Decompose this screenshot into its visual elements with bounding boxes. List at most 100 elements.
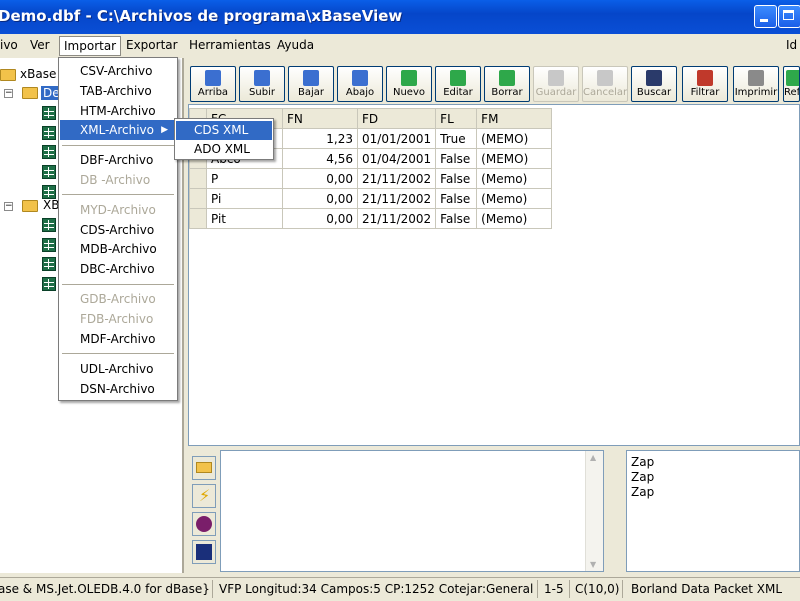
last-record-icon (352, 70, 368, 86)
table-icon[interactable] (42, 106, 56, 120)
cell-fn[interactable]: 0,00 (282, 188, 358, 209)
menu-item-htm[interactable]: HTM-Archivo (60, 101, 176, 121)
cell-fc[interactable]: P (206, 168, 283, 189)
plus-icon (401, 70, 417, 86)
data-grid[interactable]: FC FN FD FL FM 1,23 01/01/2001 True (MEM… (188, 104, 800, 446)
cell-fm[interactable]: (Memo) (476, 168, 553, 189)
menu-item-tab[interactable]: TAB-Archivo (60, 81, 176, 101)
row-indicator[interactable] (189, 168, 207, 189)
column-header-fd[interactable]: FD (356, 108, 437, 129)
cell-fn[interactable]: 4,56 (282, 148, 358, 169)
tree-db2-label[interactable]: XB (43, 198, 59, 212)
cell-fl[interactable]: True (435, 128, 478, 149)
cell-fl[interactable]: False (435, 188, 478, 209)
table-row[interactable]: P 0,00 21/11/2002 False (Memo) (189, 168, 553, 189)
table-icon[interactable] (42, 277, 56, 291)
log-panel[interactable]: Zap Zap Zap (626, 450, 800, 572)
menu-ayuda[interactable]: Ayuda (277, 38, 314, 52)
refrescar-button[interactable]: Ref (783, 66, 800, 102)
menu-item-xml[interactable]: XML-Archivo ▶ (60, 120, 176, 140)
cell-fm[interactable]: (Memo) (476, 208, 553, 229)
menu-item-csv[interactable]: CSV-Archivo (60, 61, 176, 81)
tree-root-label[interactable]: xBase (20, 67, 56, 81)
table-row[interactable]: Pit 0,00 21/11/2002 False (Memo) (189, 208, 553, 229)
cell-fd[interactable]: 21/11/2002 (356, 188, 437, 209)
sql-button[interactable] (192, 512, 216, 536)
menu-item-cds-xml[interactable]: CDS XML (176, 121, 272, 140)
table-icon[interactable] (42, 257, 56, 271)
cell-fd[interactable]: 21/11/2002 (356, 208, 437, 229)
menu-herramientas[interactable]: Herramientas (189, 38, 271, 52)
cell-fl[interactable]: False (435, 168, 478, 189)
buscar-button[interactable]: Buscar (631, 66, 677, 102)
bajar-button[interactable]: Bajar (288, 66, 334, 102)
menu-item-fdb[interactable]: FDB-Archivo (60, 309, 176, 329)
execute-button[interactable]: ⚡ (192, 484, 216, 508)
menu-item-dbc[interactable]: DBC-Archivo (60, 259, 176, 279)
imprimir-button[interactable]: Imprimir (733, 66, 779, 102)
open-folder-button[interactable] (192, 456, 216, 480)
menu-idioma[interactable]: Id (786, 38, 797, 52)
cell-fd[interactable]: 01/04/2001 (356, 148, 437, 169)
table-icon[interactable] (42, 238, 56, 252)
menu-item-mdf[interactable]: MDF-Archivo (60, 329, 176, 349)
cell-fl[interactable]: False (435, 148, 478, 169)
menu-item-myd[interactable]: MYD-Archivo (60, 200, 176, 220)
cell-fd[interactable]: 21/11/2002 (356, 168, 437, 189)
cell-fd[interactable]: 01/01/2001 (356, 128, 437, 149)
column-header-fl[interactable]: FL (435, 108, 478, 129)
menu-item-dsn[interactable]: DSN-Archivo (60, 379, 176, 399)
subir-button[interactable]: Subir (239, 66, 285, 102)
folder-icon (0, 69, 16, 81)
menu-exportar[interactable]: Exportar (126, 38, 178, 52)
menu-archivo[interactable]: ivo (0, 38, 18, 52)
menu-item-dbf[interactable]: DBF-Archivo (60, 150, 176, 170)
menu-item-mdb[interactable]: MDB-Archivo (60, 239, 176, 259)
cell-fc[interactable]: Pi (206, 188, 283, 209)
cell-fm[interactable]: (MEMO) (476, 128, 553, 149)
guardar-button[interactable]: Guardar (533, 66, 579, 102)
cancelar-button[interactable]: Cancelar (582, 66, 628, 102)
row-indicator[interactable] (189, 208, 207, 229)
sql-icon (196, 516, 212, 532)
abajo-button[interactable]: Abajo (337, 66, 383, 102)
nuevo-button[interactable]: Nuevo (386, 66, 432, 102)
minimize-button[interactable] (754, 5, 777, 28)
cell-fc[interactable]: Pit (206, 208, 283, 229)
table-icon[interactable] (42, 185, 56, 199)
printer-icon (748, 70, 764, 86)
filtrar-button[interactable]: Filtrar (682, 66, 728, 102)
table-icon[interactable] (42, 126, 56, 140)
table-icon[interactable] (42, 218, 56, 232)
status-divider (537, 580, 538, 598)
menu-item-db[interactable]: DB -Archivo (60, 170, 176, 190)
menu-item-cds[interactable]: CDS-Archivo (60, 220, 176, 240)
status-driver: ase & MS.Jet.OLEDB.4.0 for dBase} (0, 582, 210, 596)
table-icon[interactable] (42, 145, 56, 159)
cell-fm[interactable]: (MEMO) (476, 148, 553, 169)
maximize-button[interactable] (778, 5, 800, 28)
table-row[interactable]: Pi 0,00 21/11/2002 False (Memo) (189, 188, 553, 209)
column-header-fm[interactable]: FM (476, 108, 553, 129)
borrar-button[interactable]: Borrar (484, 66, 530, 102)
menu-importar[interactable]: Importar (59, 36, 122, 56)
cell-fm[interactable]: (Memo) (476, 188, 553, 209)
editar-button[interactable]: Editar (435, 66, 481, 102)
collapse-icon[interactable]: − (4, 202, 13, 211)
menu-ver[interactable]: Ver (30, 38, 50, 52)
arriba-button[interactable]: Arriba (190, 66, 236, 102)
menu-item-gdb[interactable]: GDB-Archivo (60, 289, 176, 309)
cell-fn[interactable]: 1,23 (282, 128, 358, 149)
save-button[interactable] (192, 540, 216, 564)
menu-item-ado-xml[interactable]: ADO XML (176, 140, 272, 159)
cell-fn[interactable]: 0,00 (282, 168, 358, 189)
cell-fn[interactable]: 0,00 (282, 208, 358, 229)
collapse-icon[interactable]: − (4, 89, 13, 98)
memo-editor[interactable] (220, 450, 604, 572)
column-header-fn[interactable]: FN (282, 108, 358, 129)
row-indicator[interactable] (189, 188, 207, 209)
cell-fl[interactable]: False (435, 208, 478, 229)
menu-item-udl[interactable]: UDL-Archivo (60, 359, 176, 379)
memo-scrollbar[interactable] (585, 451, 603, 571)
table-icon[interactable] (42, 165, 56, 179)
